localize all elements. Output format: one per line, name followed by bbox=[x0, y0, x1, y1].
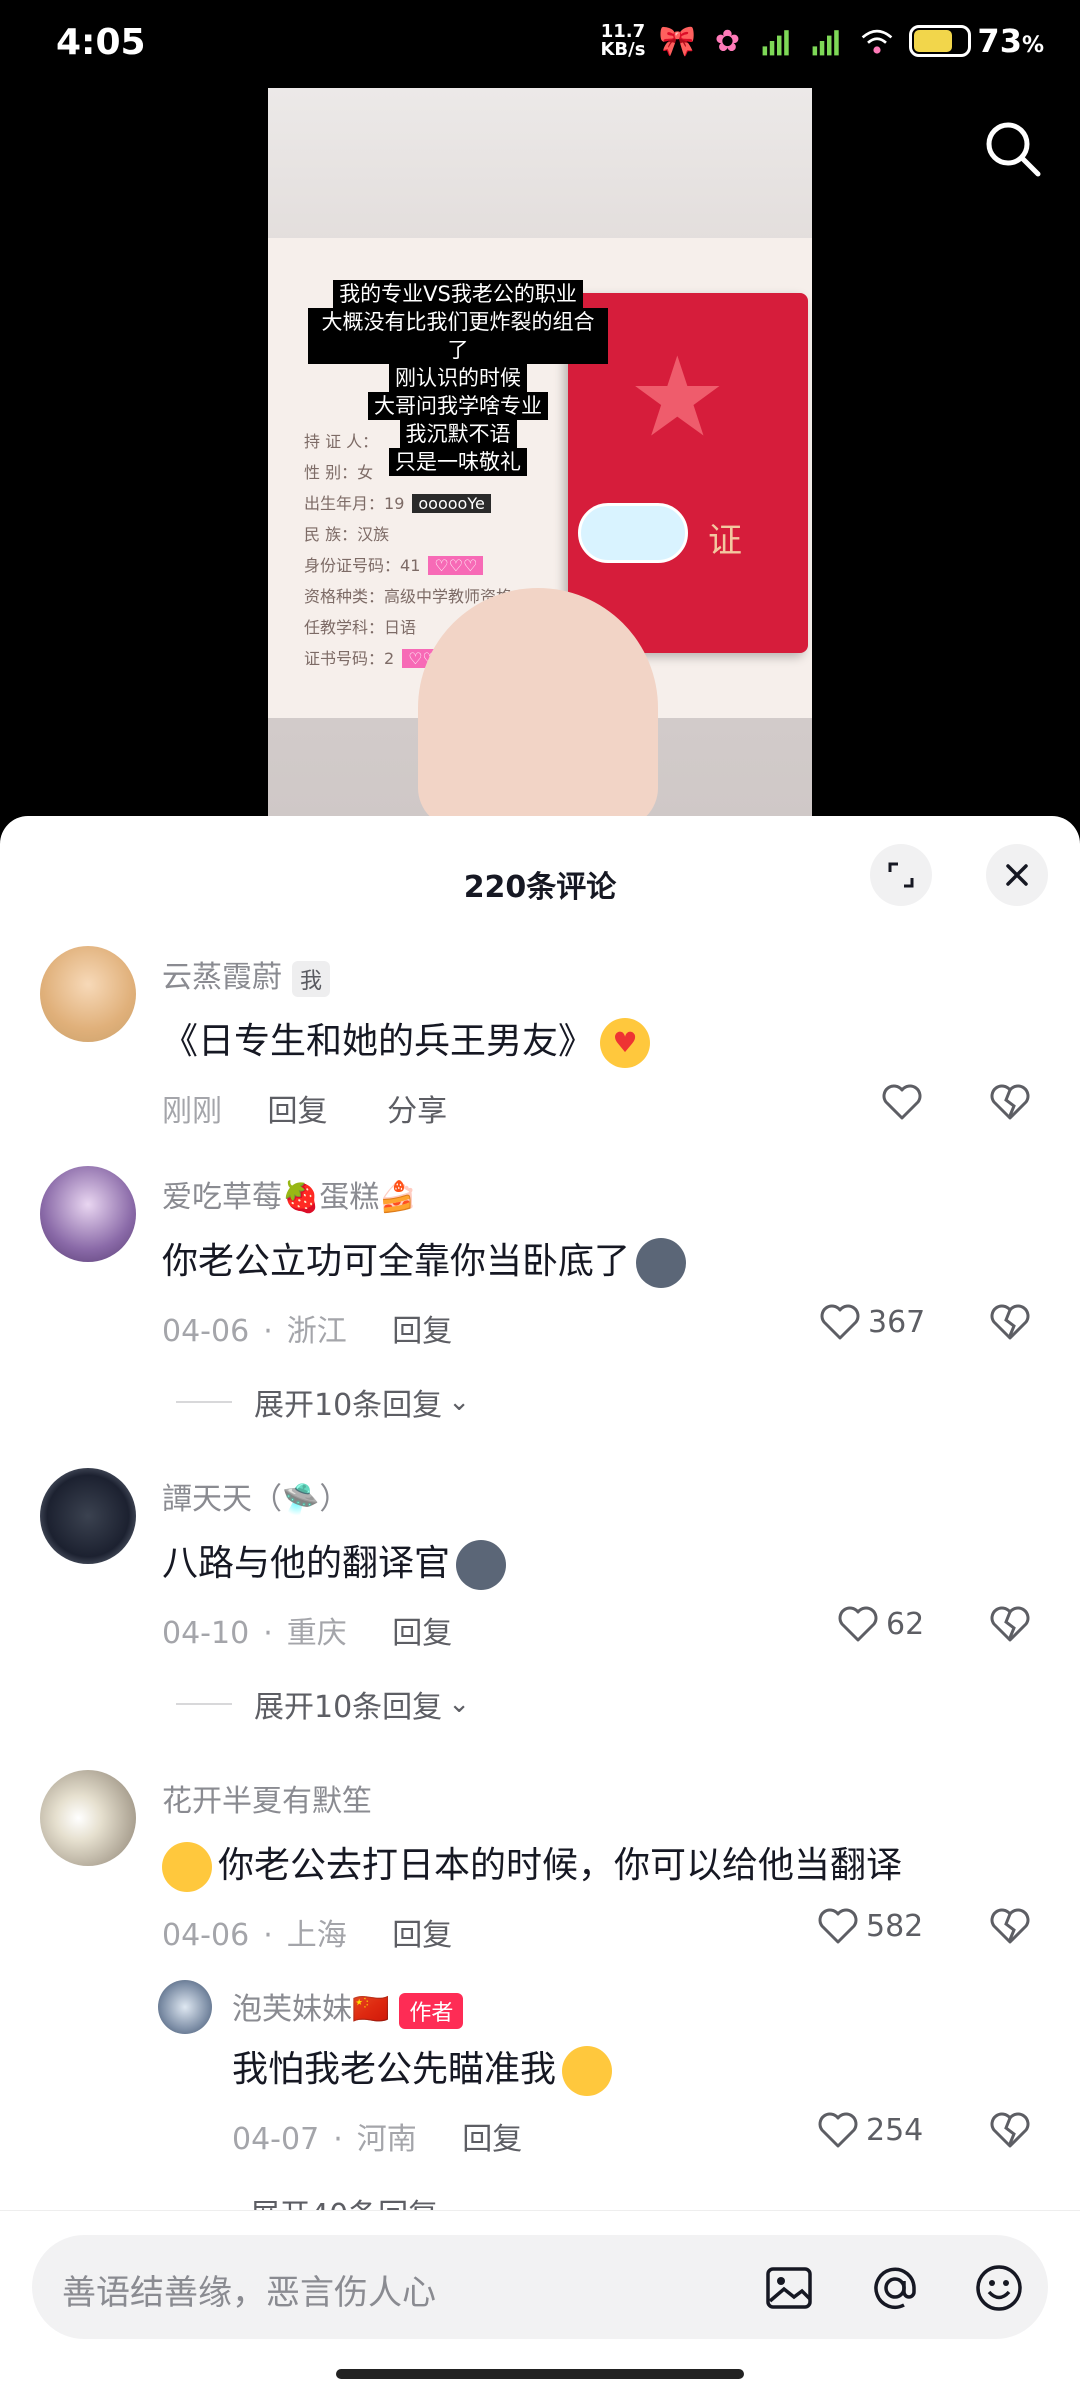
like-button[interactable]: 62 bbox=[836, 1602, 924, 1646]
username[interactable]: 爱吃草莓🍓蛋糕🍰 bbox=[162, 1172, 417, 1216]
reply-button[interactable]: 回复 bbox=[392, 1314, 452, 1349]
battery-icon bbox=[909, 25, 972, 57]
comment-meta: 04-06 · 浙江 回复 bbox=[162, 1314, 453, 1349]
heart-icon bbox=[838, 1606, 878, 1642]
reply-button[interactable]: 回复 bbox=[392, 1918, 452, 1953]
star-emblem: ★ bbox=[628, 333, 727, 461]
avatar[interactable] bbox=[40, 1770, 136, 1866]
username[interactable]: 泡芙妹妹🇨🇳 作者 bbox=[232, 1984, 464, 2029]
expand-button[interactable] bbox=[870, 844, 932, 906]
like-button[interactable]: 367 bbox=[818, 1300, 925, 1344]
input-placeholder: 善语结善缘，恶言伤人心 bbox=[62, 2273, 436, 2313]
dislike-icon[interactable] bbox=[988, 2108, 1032, 2152]
comment-meta: 04-07 · 河南 回复 bbox=[232, 2122, 523, 2157]
heart-icon bbox=[882, 1084, 922, 1120]
bow-icon: 🎀 bbox=[658, 23, 697, 59]
hand-holding bbox=[418, 588, 658, 818]
heart-icon bbox=[818, 2112, 858, 2148]
heart-icon bbox=[818, 1908, 858, 1944]
avatar[interactable] bbox=[40, 1468, 136, 1564]
battery-fill bbox=[914, 30, 953, 52]
status-time: 4:05 bbox=[56, 22, 146, 63]
flower-icon: ✿ bbox=[714, 23, 740, 59]
comment-meta: 04-06 · 上海 回复 bbox=[162, 1918, 453, 1953]
expand-icon bbox=[888, 862, 914, 888]
video-player[interactable]: ★ 证 我的专业VS我老公的职业 大概没有比我们更炸裂的组合了 刚认识的时候 大… bbox=[0, 88, 1080, 818]
heart-eyes-emoji-icon: ♥ bbox=[600, 1018, 651, 1068]
teary-emoji-icon bbox=[562, 2046, 613, 2096]
comment-text: 《日专生和她的兵王男友》 ♥ bbox=[162, 1012, 651, 1068]
dislike-icon[interactable] bbox=[988, 1602, 1032, 1646]
battery-indicator: 73% bbox=[909, 22, 1044, 60]
chevron-down-icon: ⌄ bbox=[448, 1387, 470, 1417]
comment-text: 你老公去打日本的时候，你可以给他当翻译 bbox=[162, 1836, 902, 1892]
author-tag: 作者 bbox=[399, 1992, 464, 2029]
close-button[interactable] bbox=[986, 844, 1048, 906]
status-bar: 4:05 11.7 KB/s 🎀 ✿ 73% bbox=[0, 0, 1080, 88]
username[interactable]: 譚天天（🛸） bbox=[162, 1474, 349, 1518]
cloud-sticker bbox=[578, 503, 688, 563]
reply-button[interactable]: 回复 bbox=[392, 1616, 452, 1651]
comments-sheet: 220条评论 云蒸霞蔚我 《日专生和她的兵王男友》 ♥ 刚刚 回复 分享 爱吃草莓… bbox=[0, 816, 1080, 2400]
caption-line: 我的专业VS我老公的职业 bbox=[333, 280, 583, 308]
like-count: 254 bbox=[866, 2112, 924, 2148]
mention-icon[interactable] bbox=[868, 2261, 922, 2315]
caption-line: 大哥问我学啥专业 bbox=[368, 392, 548, 420]
username[interactable]: 花开半夏有默笙 bbox=[162, 1776, 372, 1820]
search-icon[interactable] bbox=[982, 118, 1044, 180]
comment-meta: 刚刚 回复 分享 bbox=[162, 1094, 448, 1129]
status-icons: 11.7 KB/s 🎀 ✿ 73% bbox=[600, 22, 1044, 60]
like-count: 367 bbox=[868, 1304, 926, 1340]
comment-text: 我怕我老公先瞄准我 bbox=[232, 2040, 613, 2096]
like-button[interactable]: 254 bbox=[816, 2108, 923, 2152]
laughing-tears-emoji-icon bbox=[162, 1842, 212, 1892]
network-speed: 11.7 KB/s bbox=[600, 21, 646, 60]
caption-line: 大概没有比我们更炸裂的组合了 bbox=[308, 308, 608, 364]
heart-icon bbox=[820, 1304, 860, 1340]
wifi-icon bbox=[862, 29, 893, 54]
like-button[interactable]: 582 bbox=[816, 1904, 923, 1948]
expand-replies-button[interactable]: 展开10条回复 ⌄ bbox=[176, 1380, 470, 1424]
image-icon[interactable] bbox=[762, 2261, 816, 2315]
like-button[interactable] bbox=[880, 1080, 924, 1124]
heart-sticker: ♡♡♡ bbox=[428, 556, 484, 575]
comment-input-bar: 善语结善缘，恶言伤人心 bbox=[0, 2210, 1080, 2400]
reply-button[interactable]: 回复 bbox=[268, 1094, 328, 1129]
husky-emoji-icon bbox=[456, 1540, 507, 1590]
sticker-text: oooooYe bbox=[412, 494, 491, 513]
close-icon bbox=[1006, 864, 1028, 886]
husky-emoji-icon bbox=[636, 1238, 687, 1288]
dislike-icon[interactable] bbox=[988, 1080, 1032, 1124]
avatar[interactable] bbox=[40, 1166, 136, 1262]
home-indicator[interactable] bbox=[336, 2369, 744, 2379]
comment-text: 八路与他的翻译官 bbox=[162, 1534, 507, 1590]
caption-line: 刚认识的时候 bbox=[389, 364, 527, 392]
like-count: 62 bbox=[886, 1606, 925, 1642]
video-frame[interactable]: ★ 证 我的专业VS我老公的职业 大概没有比我们更炸裂的组合了 刚认识的时候 大… bbox=[268, 88, 812, 818]
reply-button[interactable]: 回复 bbox=[462, 2122, 522, 2157]
chevron-down-icon: ⌄ bbox=[448, 1689, 470, 1719]
signal-icon bbox=[813, 30, 840, 56]
expand-replies-button[interactable]: 展开10条回复 ⌄ bbox=[176, 1682, 470, 1726]
like-count: 582 bbox=[866, 1908, 924, 1944]
me-tag: 我 bbox=[292, 960, 331, 997]
comment-text: 你老公立功可全靠你当卧底了 bbox=[162, 1232, 687, 1288]
comment-input[interactable]: 善语结善缘，恶言伤人心 bbox=[32, 2235, 1048, 2339]
book-label: 证 bbox=[708, 521, 742, 561]
dislike-icon[interactable] bbox=[988, 1904, 1032, 1948]
dislike-icon[interactable] bbox=[988, 1300, 1032, 1344]
avatar[interactable] bbox=[40, 946, 136, 1042]
username[interactable]: 云蒸霞蔚我 bbox=[162, 952, 331, 997]
signal-icon bbox=[763, 30, 790, 56]
comment-meta: 04-10 · 重庆 回复 bbox=[162, 1616, 453, 1651]
avatar[interactable] bbox=[158, 1980, 212, 2034]
emoji-icon[interactable] bbox=[972, 2261, 1026, 2315]
share-button[interactable]: 分享 bbox=[387, 1094, 447, 1129]
